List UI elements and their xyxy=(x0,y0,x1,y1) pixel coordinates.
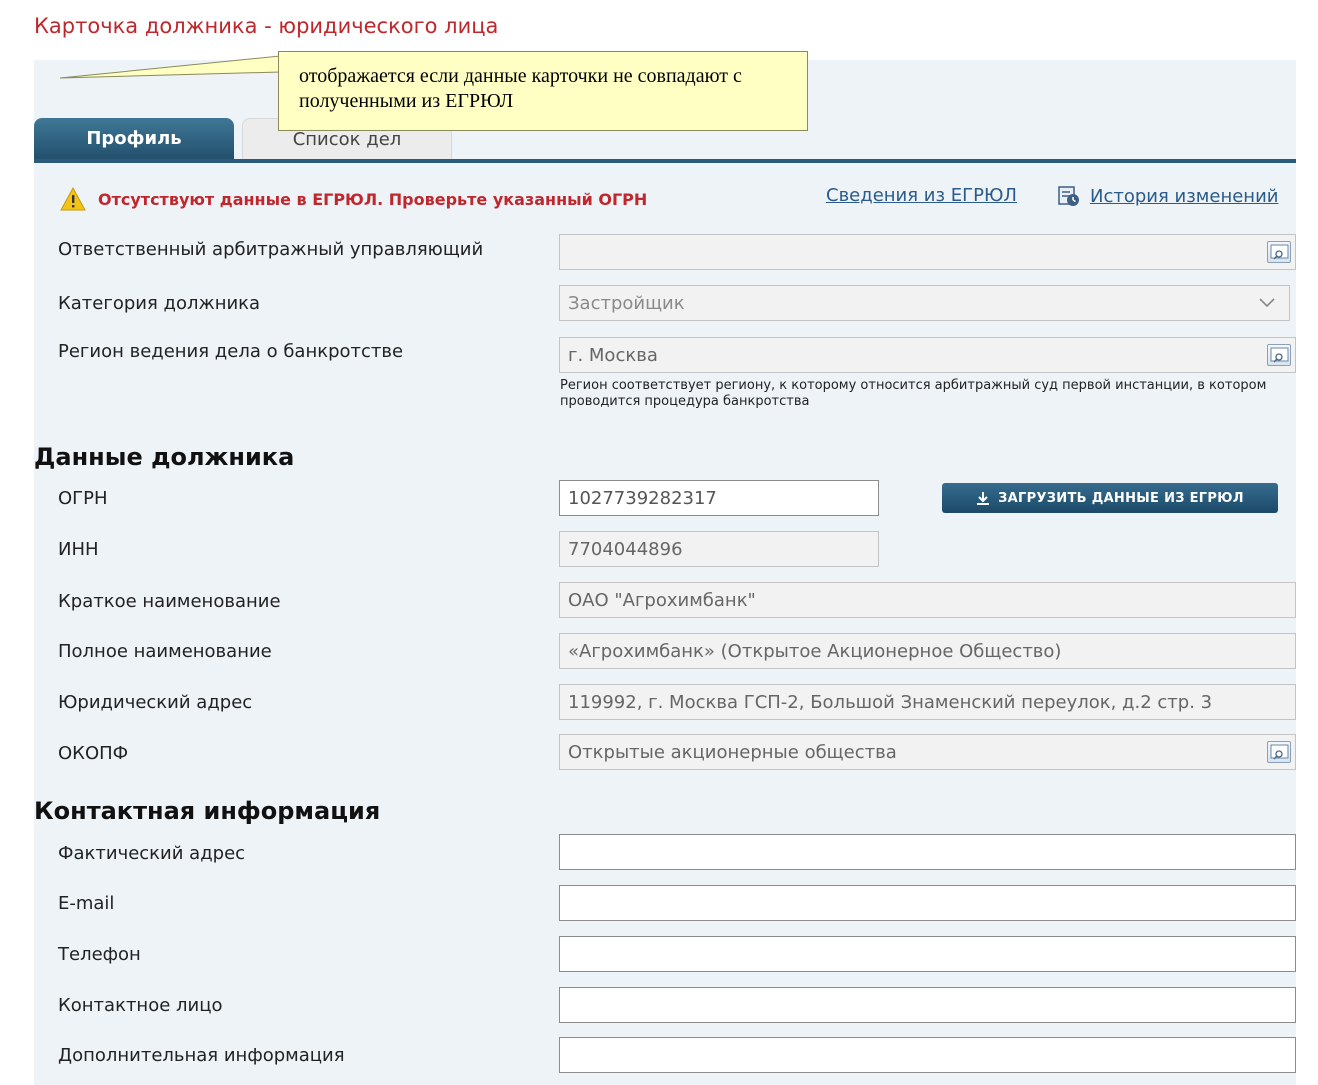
callout-note: отображается если данные карточки не сов… xyxy=(278,51,808,131)
full-name-field: «Агрохимбанк» (Открытое Акционерное Обще… xyxy=(559,633,1296,669)
okopf-lookup-button[interactable] xyxy=(1267,741,1291,763)
manager-field[interactable] xyxy=(559,234,1296,270)
manager-label: Ответственный арбитражный управляющий xyxy=(58,239,484,260)
history-icon xyxy=(1058,186,1079,206)
tabs-underline xyxy=(34,159,1296,163)
category-select[interactable]: Застройщик xyxy=(559,285,1290,321)
additional-info-label: Дополнительная информация xyxy=(58,1045,345,1066)
short-name-field: ОАО "Агрохимбанк" xyxy=(559,582,1296,618)
load-egrul-button[interactable]: ЗАГРУЗИТЬ ДАННЫЕ ИЗ ЕГРЮЛ xyxy=(942,483,1278,513)
contact-person-label: Контактное лицо xyxy=(58,995,223,1016)
short-name-label: Краткое наименование xyxy=(58,591,281,612)
chevron-down-icon xyxy=(1259,298,1275,308)
email-input[interactable] xyxy=(559,885,1296,921)
phone-input[interactable] xyxy=(559,936,1296,972)
ogrn-input[interactable]: 1027739282317 xyxy=(559,480,879,516)
history-link-label: История изменений xyxy=(1090,185,1279,207)
okopf-field[interactable]: Открытые акционерные общества xyxy=(559,734,1296,770)
phone-label: Телефон xyxy=(58,944,141,965)
legal-address-label: Юридический адрес xyxy=(58,692,253,713)
egrul-warning: Отсутствуют данные в ЕГРЮЛ. Проверьте ук… xyxy=(60,184,647,214)
page-title: Карточка должника - юридического лица xyxy=(34,14,499,38)
email-label: E-mail xyxy=(58,893,115,914)
callout-pointer xyxy=(60,55,281,79)
debtor-section-title: Данные должника xyxy=(34,443,295,471)
legal-address-field: 119992, г. Москва ГСП-2, Большой Знаменс… xyxy=(559,684,1296,720)
region-label: Регион ведения дела о банкротстве xyxy=(58,341,404,362)
inn-label: ИНН xyxy=(58,539,99,560)
egrul-info-link[interactable]: Сведения из ЕГРЮЛ xyxy=(826,185,1017,206)
additional-info-input[interactable] xyxy=(559,1037,1296,1073)
region-hint: Регион соответствует региону, к которому… xyxy=(560,378,1267,409)
history-link[interactable]: История изменений xyxy=(1058,185,1278,207)
inn-field: 7704044896 xyxy=(559,531,879,567)
full-name-label: Полное наименование xyxy=(58,641,272,662)
download-icon xyxy=(977,491,990,505)
actual-address-input[interactable] xyxy=(559,834,1296,870)
lookup-icon xyxy=(1270,744,1289,760)
warning-icon xyxy=(60,187,86,211)
lookup-icon xyxy=(1270,347,1289,363)
okopf-label: ОКОПФ xyxy=(58,743,129,764)
contact-person-input[interactable] xyxy=(559,987,1296,1023)
region-field[interactable]: г. Москва xyxy=(559,337,1296,373)
contacts-section-title: Контактная информация xyxy=(34,797,381,825)
manager-lookup-button[interactable] xyxy=(1267,241,1291,263)
lookup-icon xyxy=(1270,244,1289,260)
category-label: Категория должника xyxy=(58,293,261,314)
tab-profile[interactable]: Профиль xyxy=(34,118,234,159)
warning-text: Отсутствуют данные в ЕГРЮЛ. Проверьте ук… xyxy=(98,189,648,209)
region-lookup-button[interactable] xyxy=(1267,344,1291,366)
ogrn-label: ОГРН xyxy=(58,488,108,509)
actual-address-label: Фактический адрес xyxy=(58,843,246,864)
